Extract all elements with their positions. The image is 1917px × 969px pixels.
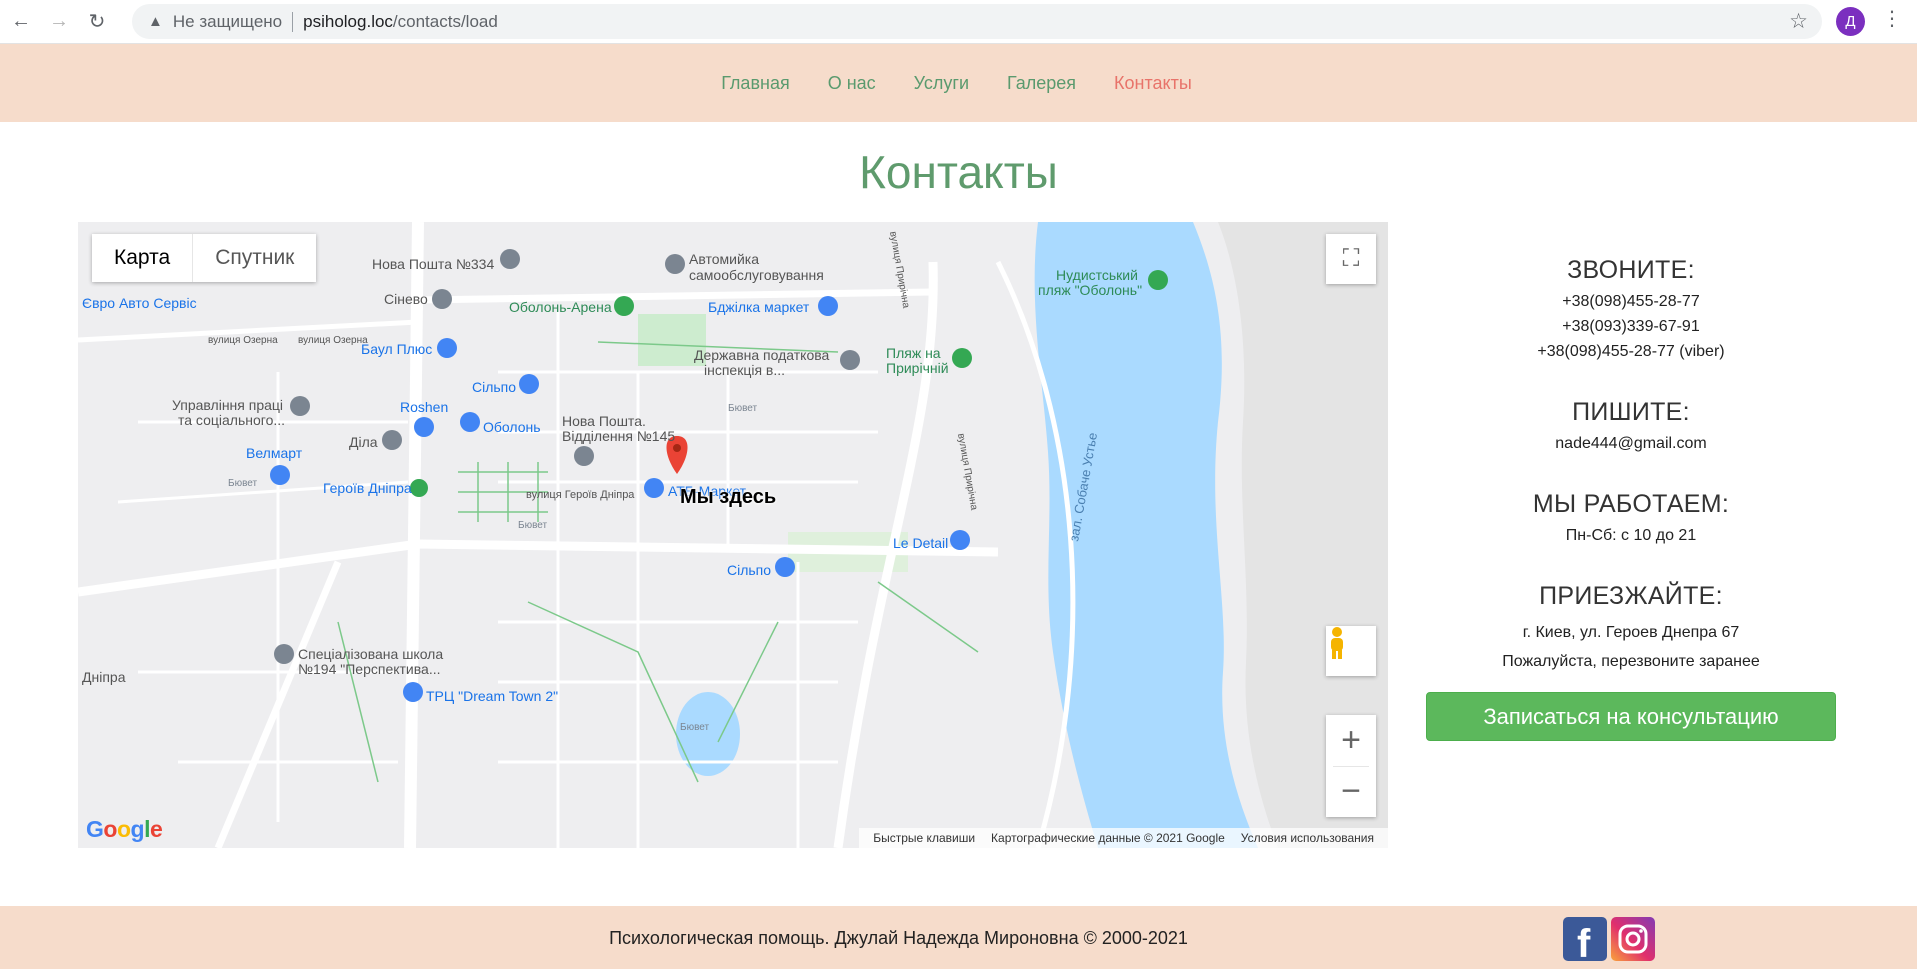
hours-heading: МЫ РАБОТАЕМ: xyxy=(1532,490,1730,518)
svg-text:вулиця Прирічна: вулиця Прирічна xyxy=(955,433,979,512)
poi-pins xyxy=(270,249,1168,702)
svg-text:Автомийка: Автомийка xyxy=(689,251,759,267)
facebook-icon[interactable]: f xyxy=(1563,917,1607,966)
marker-label: Мы здесь xyxy=(680,486,777,508)
svg-text:Героїв Дніпра: Героїв Дніпра xyxy=(323,480,412,496)
security-label: Не защищено xyxy=(172,11,283,31)
svg-text:Бювет: Бювет xyxy=(728,403,757,414)
svg-text:Бджілка маркет: Бджілка маркет xyxy=(708,299,810,315)
url-path: /contacts/load xyxy=(392,11,498,31)
svg-text:Сільпо: Сільпо xyxy=(472,379,516,395)
call-ahead-note: Пожалуйста, перезвоните заранее xyxy=(1502,653,1760,670)
svg-text:Діла: Діла xyxy=(349,434,378,450)
svg-text:Оболонь-Арена: Оболонь-Арена xyxy=(509,299,612,315)
svg-text:Відділення №145: Відділення №145 xyxy=(562,428,675,444)
bookmark-star-icon[interactable]: ☆ xyxy=(1789,9,1808,34)
svg-text:Державна податкова: Державна податкова xyxy=(694,347,830,363)
svg-text:№194 "Перспектива...: №194 "Перспектива... xyxy=(298,661,441,677)
map-type-satellite[interactable]: Спутник xyxy=(193,234,316,282)
svg-text:інспекція в...: інспекція в... xyxy=(704,362,785,378)
nav-contacts[interactable]: Контакты xyxy=(1114,73,1192,94)
map-data-credit: Картографические данные © 2021 Google xyxy=(991,831,1225,845)
main-nav: Главная О нас Услуги Галерея Контакты xyxy=(0,44,1917,122)
svg-text:Нудистський: Нудистський xyxy=(1056,267,1138,283)
svg-text:пляж "Оболонь": пляж "Оболонь" xyxy=(1038,282,1142,298)
write-heading: ПИШИТЕ: xyxy=(1572,398,1690,426)
svg-text:та соціального...: та соціального... xyxy=(178,412,285,428)
svg-text:Нова Пошта.: Нова Пошта. xyxy=(562,413,646,429)
nav-gallery[interactable]: Галерея xyxy=(1007,73,1076,94)
url-host: psiholog.loc xyxy=(303,11,393,31)
terms-link[interactable]: Условия использования xyxy=(1241,831,1374,845)
google-logo: Google xyxy=(86,816,163,842)
road-main-vertical xyxy=(404,222,424,848)
map-type-map[interactable]: Карта xyxy=(92,234,194,282)
nav-services[interactable]: Услуги xyxy=(914,73,969,94)
reload-icon[interactable]: ↻ xyxy=(80,5,114,39)
address: г. Киев, ул. Героев Днепра 67 xyxy=(1522,624,1740,641)
svg-text:Єврo Авто Сервіс: Єврo Авто Сервіс xyxy=(82,295,197,311)
svg-text:Roshen: Roshen xyxy=(400,399,448,415)
zoom-out-icon[interactable]: − xyxy=(1326,766,1376,817)
address-bar[interactable]: ▲ Не защищено psiholog.loc /contacts/loa… xyxy=(132,4,1822,39)
svg-text:вулиця Озерна: вулиця Озерна xyxy=(298,335,368,346)
svg-text:вулиця Героїв Дніпра: вулиця Героїв Дніпра xyxy=(526,489,635,501)
svg-text:Баул Плюс: Баул Плюс xyxy=(361,341,432,357)
svg-text:Оболонь: Оболонь xyxy=(483,419,541,435)
pegman-icon[interactable] xyxy=(1326,626,1376,676)
visit-heading: ПРИЕЗЖАЙТЕ: xyxy=(1539,582,1723,610)
map-canvas[interactable]: Нова Пошта №334 Автомийка самообслуговув… xyxy=(78,222,1388,848)
phone-1: +38(098)455-28-77 xyxy=(1562,293,1700,310)
svg-text:самообслуговування: самообслуговування xyxy=(689,267,824,283)
svg-text:вулиця Озерна: вулиця Озерна xyxy=(208,335,278,346)
warning-icon[interactable]: ▲ xyxy=(148,13,163,30)
google-map[interactable]: Нова Пошта №334 Автомийка самообслуговув… xyxy=(78,222,1388,848)
instagram-icon[interactable] xyxy=(1611,917,1655,961)
svg-text:Пляж на: Пляж на xyxy=(886,345,941,361)
call-heading: ЗВОНИТЕ: xyxy=(1567,256,1695,284)
profile-avatar[interactable]: Д xyxy=(1836,7,1865,36)
site-footer: Психологическая помощь. Джулай Надежда М… xyxy=(0,906,1917,969)
svg-text:Бювет: Бювет xyxy=(228,478,257,489)
back-icon[interactable]: ← xyxy=(4,5,38,39)
nav-about[interactable]: О нас xyxy=(828,73,876,94)
site-header: Главная О нас Услуги Галерея Контакты xyxy=(0,44,1917,122)
map-attribution: Быстрые клавиши Картографические данные … xyxy=(859,828,1388,848)
phone-3: +38(098)455-28-77 (viber) xyxy=(1537,343,1725,360)
fullscreen-icon[interactable]: ⛶ xyxy=(1326,234,1376,284)
book-consultation-button[interactable]: Записаться на консультацию xyxy=(1426,692,1836,741)
browser-toolbar: ← → ↻ ▲ Не защищено psiholog.loc /contac… xyxy=(0,0,1917,44)
omnibox-divider xyxy=(292,11,294,32)
page-title: Контакты xyxy=(859,146,1058,198)
svg-text:Нова Пошта №334: Нова Пошта №334 xyxy=(372,256,494,272)
phone-2: +38(093)339-67-91 xyxy=(1562,318,1700,335)
contact-panel: ЗВОНИТЕ: +38(098)455-28-77 +38(093)339-6… xyxy=(1426,222,1836,741)
svg-text:Сільпо: Сільпо xyxy=(727,562,771,578)
nav-home[interactable]: Главная xyxy=(721,73,790,94)
svg-text:Управління праці: Управління праці xyxy=(172,397,283,413)
forward-icon[interactable]: → xyxy=(42,5,76,39)
road-north xyxy=(417,288,934,304)
svg-text:Спеціалізована школа: Спеціалізована школа xyxy=(298,646,443,662)
zoom-in-icon[interactable]: + xyxy=(1326,715,1376,766)
browser-menu-icon[interactable]: ⋮ xyxy=(1882,6,1902,31)
svg-text:Бювет: Бювет xyxy=(518,520,547,531)
svg-text:ТРЦ "Dream Town 2": ТРЦ "Dream Town 2" xyxy=(426,688,558,704)
svg-text:вулиця Прирічна: вулиця Прирічна xyxy=(887,231,911,310)
svg-text:Прирічній: Прирічній xyxy=(886,360,949,376)
working-hours: Пн-Сб: с 10 до 21 xyxy=(1565,527,1697,544)
svg-text:Le Detail: Le Detail xyxy=(893,535,948,551)
email: nade444@gmail.com xyxy=(1555,435,1707,452)
map-type-toggle: Карта Спутник xyxy=(92,234,317,282)
zoom-control: + − xyxy=(1326,715,1376,817)
svg-text:Бювет: Бювет xyxy=(680,722,709,733)
svg-text:f: f xyxy=(1577,922,1591,961)
keyboard-shortcuts-link[interactable]: Быстрые клавиши xyxy=(873,831,975,845)
svg-text:Велмарт: Велмарт xyxy=(246,445,303,461)
svg-text:Сінево: Сінево xyxy=(384,291,428,307)
svg-text:Дніпра: Дніпра xyxy=(82,669,126,685)
